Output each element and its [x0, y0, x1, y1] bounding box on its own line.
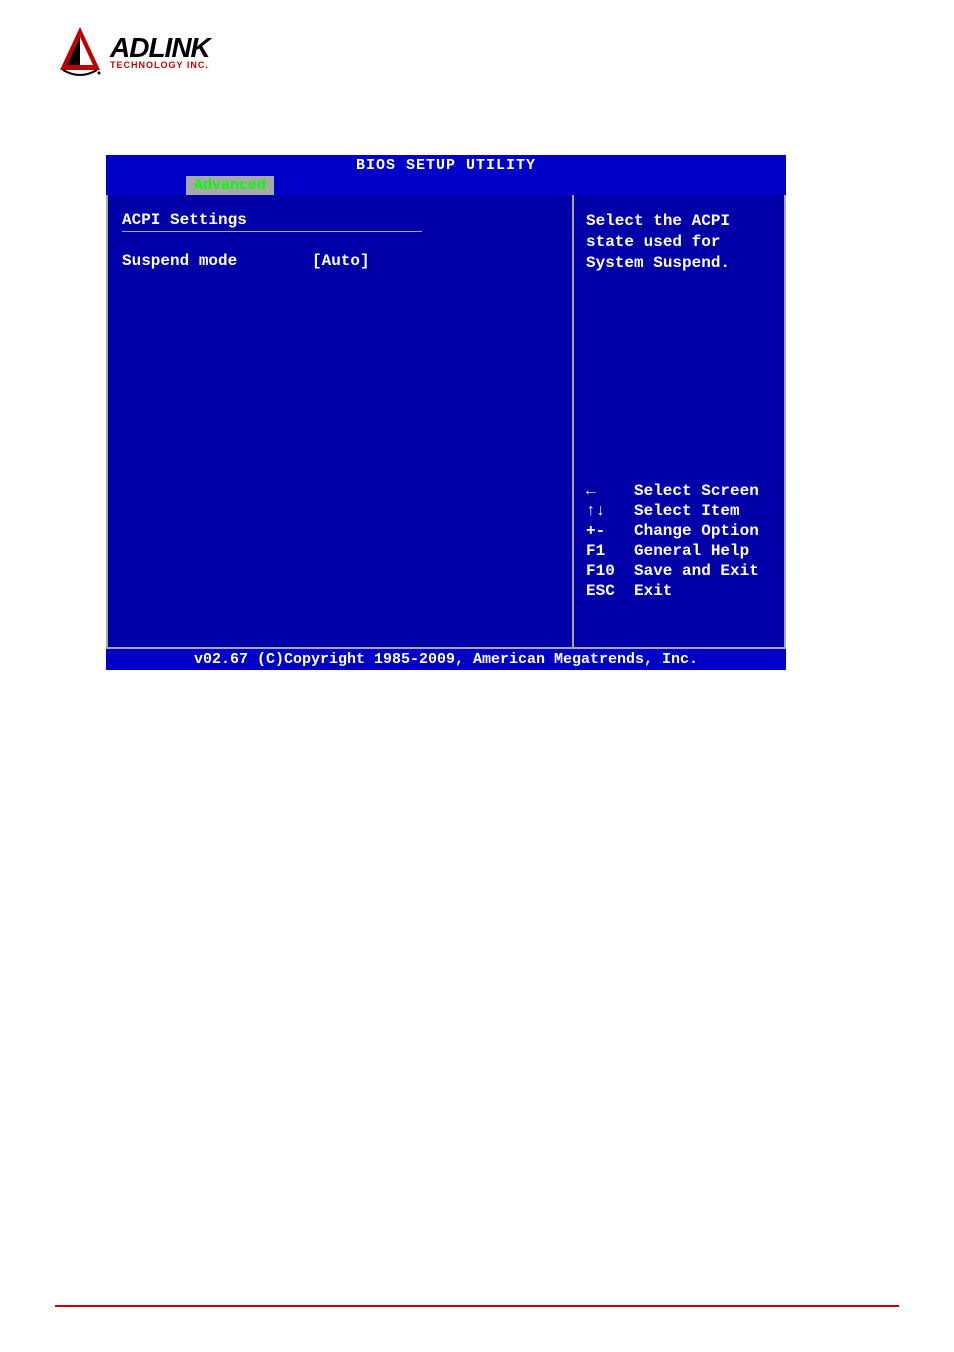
section-divider: [122, 231, 422, 232]
key-symbol: F10: [586, 561, 634, 581]
bios-footer: v02.67 (C)Copyright 1985-2009, American …: [106, 649, 786, 670]
key-hint: ESC Exit: [586, 581, 772, 601]
key-hint: F10 Save and Exit: [586, 561, 772, 581]
bios-setup-window: BIOS SETUP UTILITY Advanced ACPI Setting…: [106, 155, 786, 667]
logo-icon: [55, 25, 105, 80]
key-hint: ↑↓ Select Item: [586, 501, 772, 521]
section-title: ACPI Settings: [122, 211, 558, 229]
bios-tab-bar: Advanced: [106, 176, 786, 195]
logo-tagline: TECHNOLOGY INC.: [110, 60, 210, 70]
logo-text: ADLINK TECHNOLOGY INC.: [110, 35, 210, 70]
key-symbol: F1: [586, 541, 634, 561]
page-footer-line: [55, 1305, 899, 1307]
key-hint-list: ← Select Screen ↑↓ Select Item +- Change…: [586, 481, 772, 601]
key-desc: Select Screen: [634, 481, 759, 501]
key-symbol: ESC: [586, 581, 634, 601]
brand-logo: ADLINK TECHNOLOGY INC.: [55, 25, 210, 80]
bios-title: BIOS SETUP UTILITY: [106, 155, 786, 176]
key-symbol: +-: [586, 521, 634, 541]
setting-value: [Auto]: [312, 252, 370, 270]
setting-suspend-mode[interactable]: Suspend mode [Auto]: [122, 252, 558, 270]
bios-main-panel: ACPI Settings Suspend mode [Auto]: [108, 195, 574, 647]
bios-body: ACPI Settings Suspend mode [Auto] Select…: [106, 195, 786, 649]
key-symbol: ←: [586, 481, 634, 501]
bios-help-panel: Select the ACPI state used for System Su…: [574, 195, 784, 647]
key-hint: ← Select Screen: [586, 481, 772, 501]
key-desc: Exit: [634, 581, 672, 601]
key-desc: General Help: [634, 541, 749, 561]
logo-name: ADLINK: [110, 35, 210, 60]
help-text: Select the ACPI state used for System Su…: [586, 211, 772, 273]
key-hint: +- Change Option: [586, 521, 772, 541]
key-desc: Change Option: [634, 521, 759, 541]
key-hint: F1 General Help: [586, 541, 772, 561]
tab-advanced[interactable]: Advanced: [186, 176, 274, 195]
key-symbol: ↑↓: [586, 501, 634, 521]
key-desc: Save and Exit: [634, 561, 759, 581]
key-desc: Select Item: [634, 501, 740, 521]
setting-label: Suspend mode: [122, 252, 312, 270]
